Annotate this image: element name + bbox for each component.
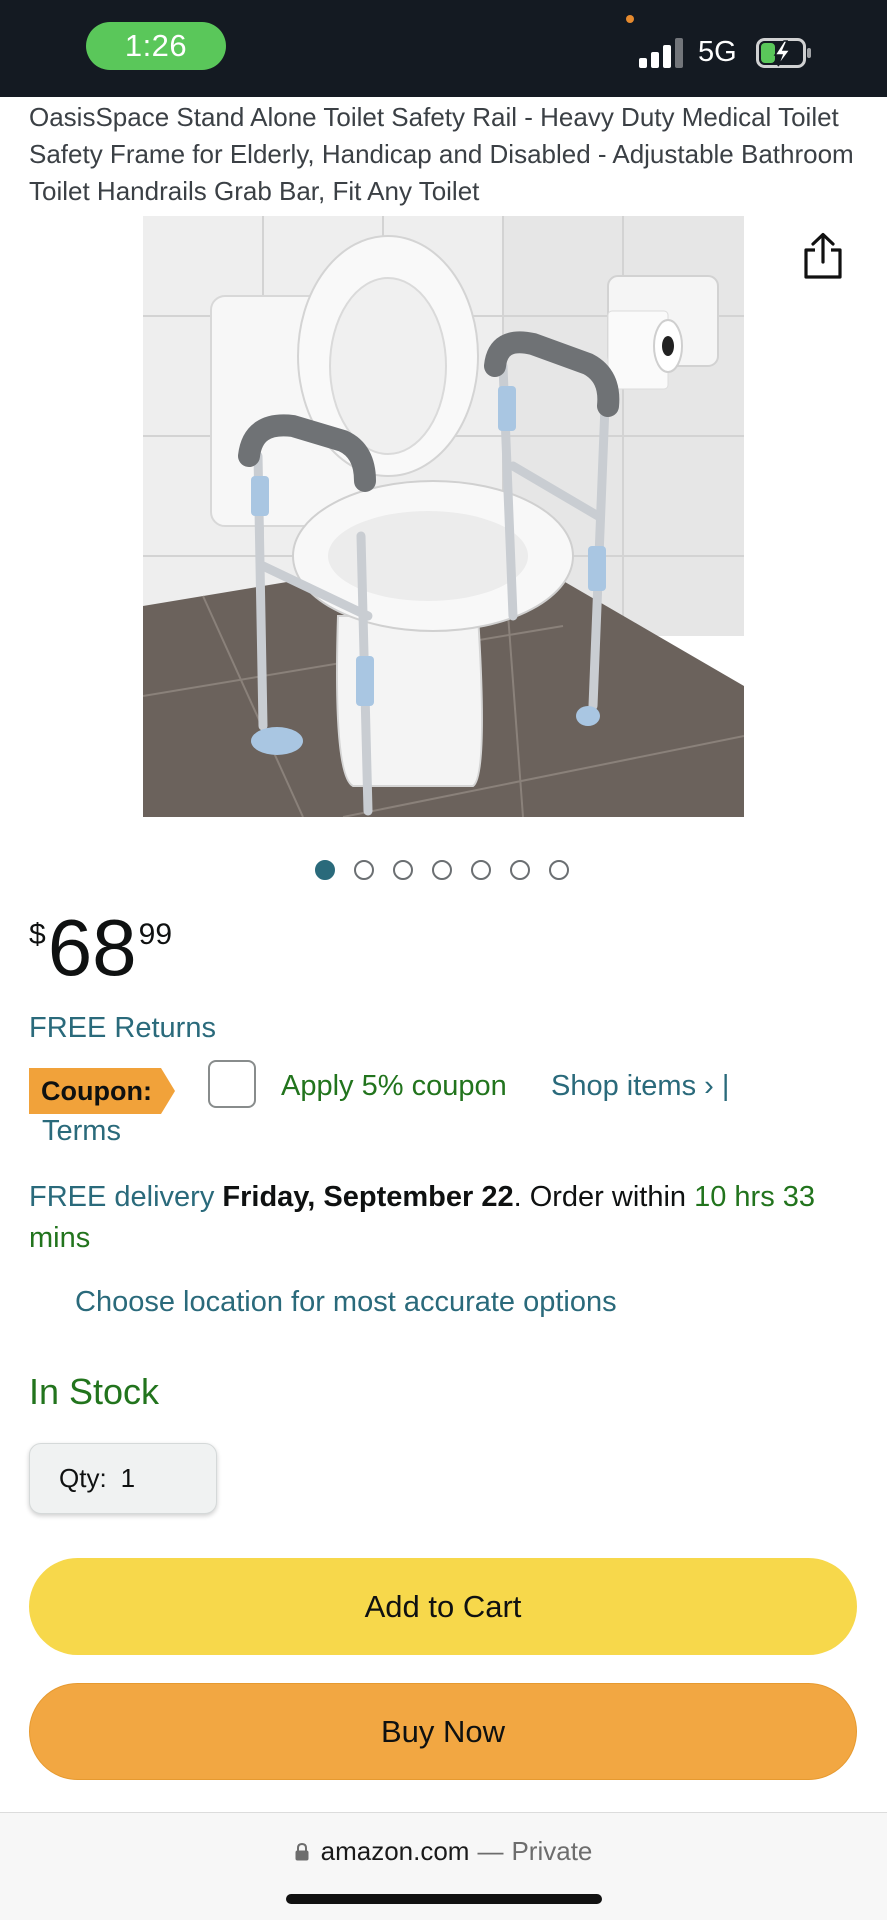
product-title[interactable]: OasisSpace Stand Alone Toilet Safety Rai… xyxy=(29,99,859,210)
free-returns-link[interactable]: FREE Returns xyxy=(29,1012,216,1045)
url-domain: amazon.com xyxy=(320,1836,470,1866)
share-icon[interactable] xyxy=(802,232,844,280)
quantity-label: Qty: xyxy=(59,1463,107,1493)
carousel-dot[interactable] xyxy=(510,860,530,880)
price-fraction: 99 xyxy=(138,918,173,951)
carousel-dot[interactable] xyxy=(471,860,491,880)
coupon-badge-label: Coupon: xyxy=(41,1076,152,1106)
url-separator: — xyxy=(477,1836,504,1866)
quantity-selector[interactable]: Qty: 1 xyxy=(29,1443,217,1514)
buy-now-button[interactable]: Buy Now xyxy=(29,1683,857,1780)
cellular-signal-icon xyxy=(639,38,683,68)
delivery-order-within: . Order within xyxy=(513,1181,695,1213)
lock-icon xyxy=(295,1842,309,1860)
shop-items-link[interactable]: Shop items › | xyxy=(551,1070,729,1103)
coupon-checkbox[interactable] xyxy=(208,1060,256,1108)
coupon-badge: Coupon: xyxy=(29,1068,175,1114)
carousel-dot[interactable] xyxy=(393,860,413,880)
carousel-dot[interactable] xyxy=(432,860,452,880)
delivery-date: Friday, September 22 xyxy=(222,1181,514,1213)
product-price: $ 68 99 xyxy=(29,900,173,992)
privacy-indicator-dot xyxy=(626,15,634,23)
home-indicator[interactable] xyxy=(286,1894,602,1904)
battery-charging-icon xyxy=(756,38,811,68)
carousel-dot[interactable] xyxy=(354,860,374,880)
status-bar: 1:26 5G xyxy=(0,0,887,97)
carousel-dot[interactable] xyxy=(549,860,569,880)
product-image[interactable] xyxy=(143,216,744,817)
add-to-cart-button[interactable]: Add to Cart xyxy=(29,1558,857,1655)
carousel-dot[interactable] xyxy=(315,860,335,880)
private-browsing-label: Private xyxy=(511,1836,593,1866)
url-display[interactable]: amazon.com — Private xyxy=(0,1836,887,1867)
price-currency-symbol: $ xyxy=(29,918,46,951)
quantity-value: 1 xyxy=(120,1463,136,1493)
choose-location-link[interactable]: Choose location for most accurate option… xyxy=(75,1286,617,1319)
apply-coupon-label[interactable]: Apply 5% coupon xyxy=(281,1070,507,1103)
shop-items-label[interactable]: Shop items › xyxy=(551,1070,714,1102)
network-type: 5G xyxy=(698,36,737,68)
status-time: 1:26 xyxy=(86,22,226,70)
stock-status: In Stock xyxy=(29,1371,160,1412)
coupon-terms-link[interactable]: Terms xyxy=(42,1115,121,1148)
price-whole: 68 xyxy=(47,903,137,992)
delivery-info: FREE delivery Friday, September 22. Orde… xyxy=(29,1177,859,1259)
free-delivery-link[interactable]: FREE delivery xyxy=(29,1181,214,1213)
image-carousel-indicator[interactable] xyxy=(315,860,569,880)
coupon-separator: | xyxy=(721,1070,730,1102)
